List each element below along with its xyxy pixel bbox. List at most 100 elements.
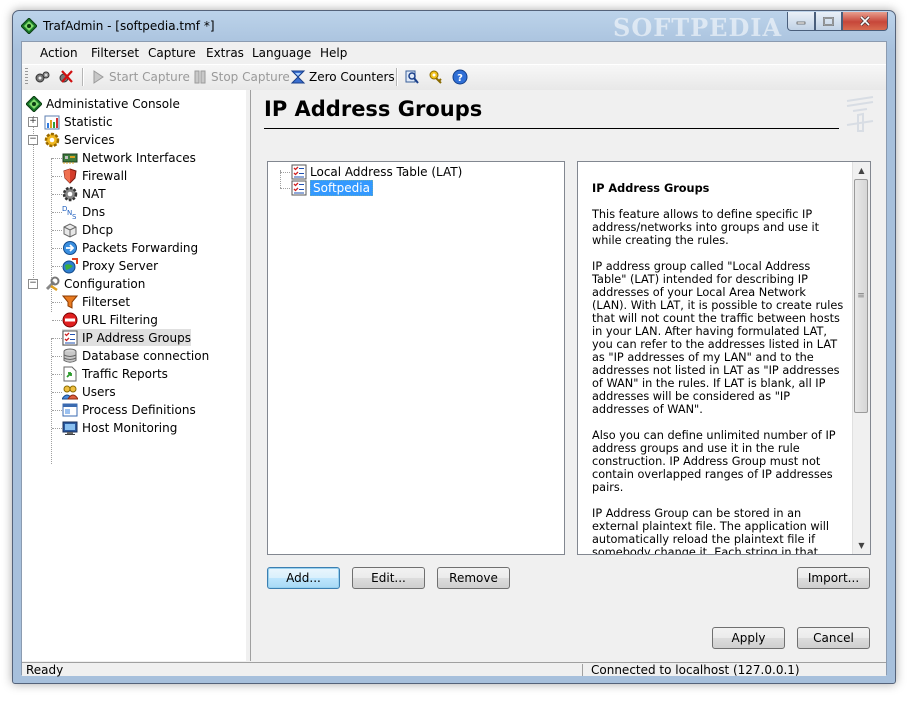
tree-item-ip-address-groups[interactable]: IP Address Groups	[62, 329, 191, 346]
funnel-icon	[62, 295, 78, 309]
tree-line	[52, 248, 62, 249]
tree-line	[52, 266, 62, 267]
navigation-tree[interactable]: Administative Console + Statistic − Serv…	[22, 90, 247, 661]
import-button[interactable]: Import...	[797, 567, 870, 589]
keys-toolbar-button[interactable]	[428, 69, 444, 85]
tree-item-label: Firewall	[82, 168, 128, 183]
menu-capture[interactable]: Capture	[148, 46, 196, 60]
minimize-button[interactable]	[787, 12, 815, 31]
tree-item-label: Network Interfaces	[82, 150, 196, 165]
list-item-softpedia[interactable]: Softpedia	[291, 180, 373, 196]
tree-item-label: Users	[82, 384, 116, 399]
checklist-icon	[291, 164, 307, 180]
tree-item-process-definitions[interactable]: Process Definitions	[62, 401, 196, 418]
tree-item-packets-forwarding[interactable]: Packets Forwarding	[62, 239, 198, 256]
forwarding-globe-icon	[63, 240, 77, 255]
zero-counters-label: Zero Counters	[309, 70, 395, 84]
gears-icon	[35, 71, 50, 83]
client-area: Action Filterset Capture Extras Language…	[21, 41, 887, 677]
tree-line	[52, 428, 62, 429]
disconnect-toolbar-button[interactable]	[58, 69, 74, 85]
toolbar-separator	[82, 68, 84, 86]
description-paragraph: This feature allows to define specific I…	[592, 208, 820, 247]
checklist-icon	[62, 330, 78, 345]
play-icon	[93, 70, 104, 84]
zero-counters-button[interactable]: Zero Counters	[290, 69, 395, 85]
magnifier-icon	[405, 70, 419, 84]
scroll-down-arrow-icon[interactable]: ▼	[853, 537, 870, 554]
list-item-lat[interactable]: Local Address Table (LAT)	[291, 164, 462, 180]
tree-expander-configuration[interactable]: −	[28, 279, 38, 289]
network-card-icon	[62, 153, 78, 164]
menu-language[interactable]: Language	[252, 46, 311, 60]
settings-toolbar-button[interactable]	[34, 69, 50, 85]
title-bar[interactable]: TrafAdmin - [softpedia.tmf *] SOFTPEDIA	[13, 11, 895, 42]
tree-item-proxy-server[interactable]: Proxy Server	[62, 257, 158, 274]
ip-groups-list[interactable]: Local Address Table (LAT) Softpedia	[267, 161, 565, 555]
tree-line	[52, 158, 62, 159]
description-paragraph: Also you can define unlimited number of …	[592, 429, 836, 494]
tree-line	[52, 176, 62, 177]
tree-item-dns[interactable]: DNS Dns	[62, 203, 105, 220]
tree-item-nat[interactable]: NAT	[62, 185, 106, 202]
users-icon	[62, 385, 78, 399]
proxy-globe-icon	[62, 257, 78, 273]
apply-button[interactable]: Apply	[712, 627, 785, 649]
disconnect-icon	[59, 70, 73, 83]
description-scrollbar[interactable]: ▲ ≡ ▼	[852, 162, 870, 554]
tree-item-label: Host Monitoring	[82, 420, 178, 435]
description-panel[interactable]: IP Address Groups This feature allows to…	[577, 161, 871, 555]
no-entry-icon	[62, 312, 78, 327]
tree-item-firewall[interactable]: Firewall	[62, 167, 127, 184]
start-capture-button[interactable]: Start Capture	[90, 69, 190, 85]
tree-item-url-filtering[interactable]: URL Filtering	[62, 311, 158, 328]
list-item-label: Local Address Table (LAT)	[310, 165, 463, 179]
tree-item-label: Configuration	[64, 276, 146, 291]
tree-item-dhcp[interactable]: Dhcp	[62, 221, 113, 238]
maximize-button[interactable]	[815, 12, 842, 31]
menu-extras[interactable]: Extras	[206, 46, 244, 60]
add-button[interactable]: Add...	[267, 567, 340, 589]
find-toolbar-button[interactable]	[404, 69, 420, 85]
cancel-button[interactable]: Cancel	[797, 627, 870, 649]
tree-item-label: Traffic Reports	[82, 366, 168, 381]
close-icon	[859, 16, 871, 26]
tree-item-statistic[interactable]: Statistic	[44, 113, 113, 130]
firewall-shield-icon	[63, 167, 77, 184]
tree-root-administative-console[interactable]: Administative Console	[26, 95, 180, 112]
tree-item-users[interactable]: Users	[62, 383, 116, 400]
tree-item-host-monitoring[interactable]: Host Monitoring	[62, 419, 177, 436]
stop-capture-button[interactable]: Stop Capture	[192, 69, 290, 85]
gear-icon	[44, 132, 60, 147]
scroll-up-arrow-icon[interactable]: ▲	[853, 162, 870, 179]
menu-help[interactable]: Help	[320, 46, 347, 60]
tree-line	[52, 230, 62, 231]
menu-action[interactable]: Action	[40, 46, 78, 60]
tree-item-network-interfaces[interactable]: Network Interfaces	[62, 149, 196, 166]
remove-button[interactable]: Remove	[437, 567, 510, 589]
scrollbar-thumb[interactable]: ≡	[854, 179, 868, 413]
tree-expander-statistic[interactable]: +	[28, 117, 38, 127]
tree-item-label: NAT	[82, 186, 106, 201]
toolbar-grip[interactable]	[25, 68, 28, 86]
status-bar: Ready Connected to localhost (127.0.0.1)	[22, 662, 886, 677]
nat-gear-icon	[62, 186, 78, 201]
tree-item-filterset[interactable]: Filterset	[62, 293, 130, 310]
help-toolbar-button[interactable]: ?	[452, 69, 468, 85]
zero-counters-icon	[290, 70, 306, 84]
checklist-icon	[291, 180, 307, 196]
edit-button[interactable]: Edit...	[352, 567, 425, 589]
tree-item-label: Packets Forwarding	[82, 240, 199, 255]
maximize-icon	[823, 16, 834, 26]
menu-filterset[interactable]: Filterset	[91, 46, 139, 60]
watermark-logo: SOFTPEDIA	[613, 13, 783, 42]
tree-item-services[interactable]: Services	[44, 131, 115, 148]
tree-item-traffic-reports[interactable]: Traffic Reports	[62, 365, 168, 382]
monitor-icon	[62, 421, 78, 435]
tree-item-database-connection[interactable]: Database connection	[62, 347, 209, 364]
tree-item-label: Process Definitions	[82, 402, 196, 417]
tree-line	[280, 188, 290, 189]
tree-item-configuration[interactable]: Configuration	[44, 275, 145, 292]
tree-expander-services[interactable]: −	[28, 135, 38, 145]
close-button[interactable]	[842, 12, 888, 31]
